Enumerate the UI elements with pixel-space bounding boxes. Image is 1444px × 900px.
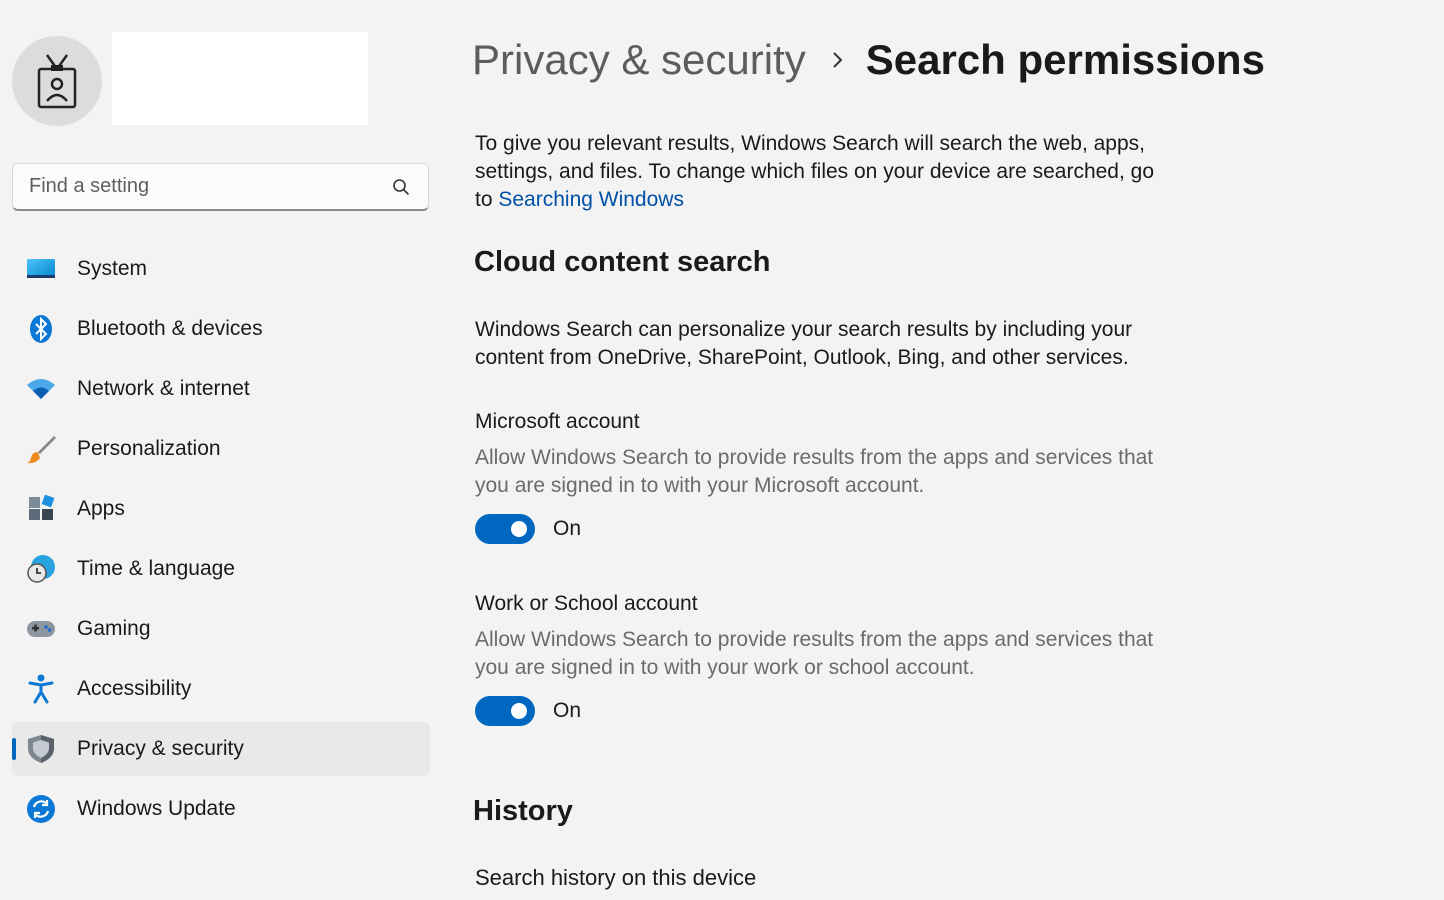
update-icon: [26, 794, 56, 824]
microsoft-account-title: Microsoft account: [475, 410, 640, 433]
page-title: Search permissions: [865, 36, 1265, 83]
brush-icon: [26, 434, 56, 464]
sidebar-item-label: Bluetooth & devices: [77, 317, 263, 340]
toggle-knob: [511, 703, 527, 719]
work-school-account-title: Work or School account: [475, 592, 698, 615]
search-history-title: Search history on this device: [475, 865, 757, 890]
work-school-account-description: Allow Windows Search to provide results …: [475, 628, 1154, 679]
sidebar-item-label: Network & internet: [77, 377, 250, 400]
work-school-account-toggle-state: On: [553, 699, 582, 722]
sidebar: System Bluetooth & devices: [0, 0, 445, 900]
breadcrumb-parent-link[interactable]: Privacy & security: [472, 36, 806, 84]
sidebar-item-windows-update[interactable]: Windows Update: [12, 782, 430, 836]
account-name-area: [112, 32, 368, 125]
sidebar-item-time-language[interactable]: Time & language: [12, 542, 430, 596]
sidebar-item-personalization[interactable]: Personalization: [12, 422, 430, 476]
work-school-account-toggle-row: On: [475, 696, 581, 726]
intro-paragraph: To give you relevant results, Windows Se…: [475, 130, 1165, 214]
search-input[interactable]: [29, 175, 390, 198]
search-icon[interactable]: [390, 176, 412, 198]
sidebar-item-label: Personalization: [77, 437, 221, 460]
apps-icon: [26, 494, 56, 524]
bluetooth-icon: [26, 314, 56, 344]
sidebar-item-bluetooth[interactable]: Bluetooth & devices: [12, 302, 430, 356]
sidebar-item-system[interactable]: System: [12, 242, 430, 296]
sidebar-nav: System Bluetooth & devices Network & int…: [12, 242, 430, 842]
sidebar-item-label: Apps: [77, 497, 125, 520]
sidebar-item-label: Accessibility: [77, 677, 192, 700]
sidebar-item-label: Time & language: [77, 557, 235, 580]
accessibility-icon: [26, 674, 56, 704]
wifi-icon: [26, 374, 56, 404]
main-content: Privacy & security Search permissions To…: [472, 0, 1432, 900]
microsoft-account-toggle-state: On: [553, 517, 582, 540]
sidebar-item-label: Windows Update: [77, 797, 236, 820]
searching-windows-link[interactable]: Searching Windows: [498, 188, 684, 211]
settings-window: System Bluetooth & devices: [0, 0, 1444, 900]
sidebar-item-apps[interactable]: Apps: [12, 482, 430, 536]
microsoft-account-description: Allow Windows Search to provide results …: [475, 446, 1154, 497]
sidebar-item-label: System: [77, 257, 148, 280]
avatar[interactable]: [12, 36, 102, 126]
settings-search[interactable]: [12, 163, 429, 211]
badge-icon: [37, 54, 77, 109]
sidebar-item-label: Privacy & security: [77, 737, 244, 760]
history-heading: History: [473, 795, 573, 827]
cloud-content-description: Windows Search can personalize your sear…: [475, 318, 1133, 369]
cloud-content-search-heading: Cloud content search: [474, 246, 771, 278]
breadcrumb: Privacy & security Search permissions: [472, 36, 1265, 84]
system-icon: [26, 254, 56, 284]
shield-icon: [26, 734, 56, 764]
microsoft-account-toggle-row: On: [475, 514, 581, 544]
globe-clock-icon: [26, 554, 56, 584]
chevron-right-icon: [832, 51, 844, 69]
sidebar-item-accessibility[interactable]: Accessibility: [12, 662, 430, 716]
microsoft-account-toggle[interactable]: [475, 514, 535, 544]
sidebar-item-label: Gaming: [77, 617, 151, 640]
work-school-account-toggle[interactable]: [475, 696, 535, 726]
sidebar-item-network[interactable]: Network & internet: [12, 362, 430, 416]
sidebar-item-privacy-security[interactable]: Privacy & security: [12, 722, 430, 776]
gamepad-icon: [26, 614, 56, 644]
toggle-knob: [511, 521, 527, 537]
sidebar-item-gaming[interactable]: Gaming: [12, 602, 430, 656]
